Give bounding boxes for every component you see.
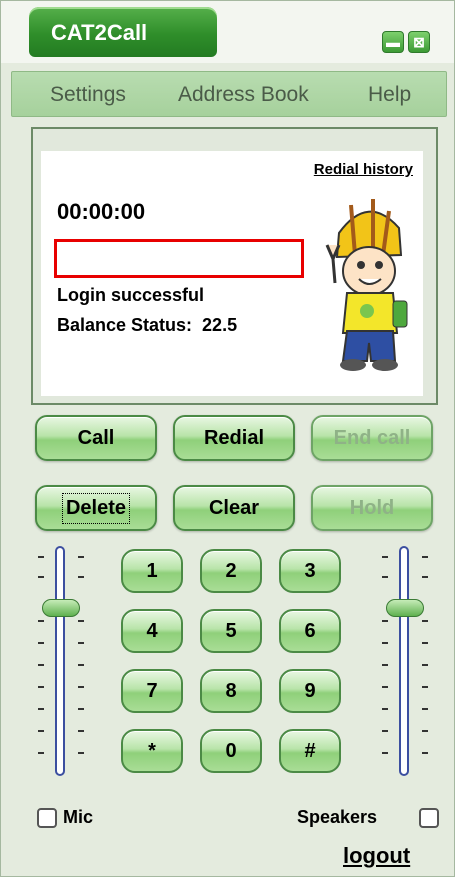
tick (422, 576, 428, 578)
tick (382, 576, 388, 578)
window-title: CAT2Call (51, 20, 148, 45)
tick (382, 620, 388, 622)
tick (38, 752, 44, 754)
mic-checkbox[interactable] (37, 808, 57, 828)
keypad-3[interactable]: 3 (279, 549, 341, 593)
mic-label: Mic (63, 807, 94, 827)
delete-label: Delete (61, 492, 131, 524)
tick (78, 664, 84, 666)
keypad-5[interactable]: 5 (200, 609, 262, 653)
keypad-6[interactable]: 6 (279, 609, 341, 653)
tick (422, 664, 428, 666)
tick (78, 642, 84, 644)
mic-slider-thumb[interactable] (42, 599, 80, 617)
end-call-button[interactable]: End call (311, 415, 433, 461)
mascot-image (325, 199, 408, 371)
tick (38, 620, 44, 622)
tick (382, 730, 388, 732)
call-timer: 00:00:00 (57, 199, 146, 224)
tick (422, 620, 428, 622)
keypad-2[interactable]: 2 (200, 549, 262, 593)
title-tab: CAT2Call (29, 7, 217, 57)
redial-label: Redial (203, 426, 265, 449)
tick (38, 730, 44, 732)
delete-button[interactable]: Delete (35, 485, 157, 531)
speakers-checkbox[interactable] (419, 808, 439, 828)
redial-button[interactable]: Redial (173, 415, 295, 461)
tick (382, 752, 388, 754)
status-text: Login successful (57, 285, 205, 305)
tick (382, 664, 388, 666)
mic-slider-track[interactable] (55, 546, 65, 776)
end-call-label: End call (333, 426, 411, 449)
menu-bar: Settings Address Book Help (11, 71, 447, 117)
close-button[interactable]: ⊠ (408, 31, 430, 53)
clear-label: Clear (208, 496, 260, 519)
call-label: Call (77, 426, 115, 449)
speakers-volume-slider[interactable] (382, 546, 428, 778)
tick (422, 642, 428, 644)
tick (422, 708, 428, 710)
redial-history-link[interactable]: Redial history (314, 161, 413, 178)
app-window: CAT2Call ▬ ⊠ Settings Address Book Help … (0, 0, 455, 877)
tick (382, 556, 388, 558)
title-bar[interactable]: CAT2Call ▬ ⊠ (1, 1, 454, 63)
menu-address-book[interactable]: Address Book (178, 83, 309, 107)
close-icon: ⊠ (413, 34, 425, 50)
tick (38, 576, 44, 578)
display-screen: Redial history 00:00:00 Login successful… (41, 151, 423, 396)
call-button[interactable]: Call (35, 415, 157, 461)
tick (38, 556, 44, 558)
hold-button[interactable]: Hold (311, 485, 433, 531)
balance-status: Balance Status: 22.5 (57, 315, 237, 336)
keypad-8[interactable]: 8 (200, 669, 262, 713)
tick (78, 752, 84, 754)
tick (382, 642, 388, 644)
minimize-icon: ▬ (386, 34, 400, 50)
tick (422, 686, 428, 688)
phone-number-input[interactable] (54, 239, 304, 278)
speakers-slider-thumb[interactable] (386, 599, 424, 617)
speakers-slider-track[interactable] (399, 546, 409, 776)
tick (78, 730, 84, 732)
tick (38, 708, 44, 710)
hold-label: Hold (349, 496, 395, 519)
minimize-button[interactable]: ▬ (382, 31, 404, 53)
keypad-star[interactable]: * (121, 729, 183, 773)
keypad-1[interactable]: 1 (121, 549, 183, 593)
balance-value: 22.5 (202, 315, 238, 335)
keypad-4[interactable]: 4 (121, 609, 183, 653)
tick (78, 576, 84, 578)
keypad-9[interactable]: 9 (279, 669, 341, 713)
keypad-7[interactable]: 7 (121, 669, 183, 713)
tick (38, 686, 44, 688)
speakers-label: Speakers (297, 807, 378, 827)
balance-label: Balance Status: (57, 315, 193, 335)
menu-help[interactable]: Help (368, 83, 411, 107)
tick (382, 708, 388, 710)
tick (78, 556, 84, 558)
logout-link[interactable]: logout (343, 843, 410, 869)
mic-volume-slider[interactable] (38, 546, 84, 778)
tick (78, 620, 84, 622)
tick (78, 686, 84, 688)
tick (78, 708, 84, 710)
display-panel: Redial history 00:00:00 Login successful… (31, 127, 438, 405)
keypad-hash[interactable]: # (279, 729, 341, 773)
menu-settings[interactable]: Settings (50, 83, 126, 107)
clear-button[interactable]: Clear (173, 485, 295, 531)
tick (38, 642, 44, 644)
tick (382, 686, 388, 688)
tick (422, 556, 428, 558)
keypad-0[interactable]: 0 (200, 729, 262, 773)
tick (38, 664, 44, 666)
tick (422, 752, 428, 754)
tick (422, 730, 428, 732)
